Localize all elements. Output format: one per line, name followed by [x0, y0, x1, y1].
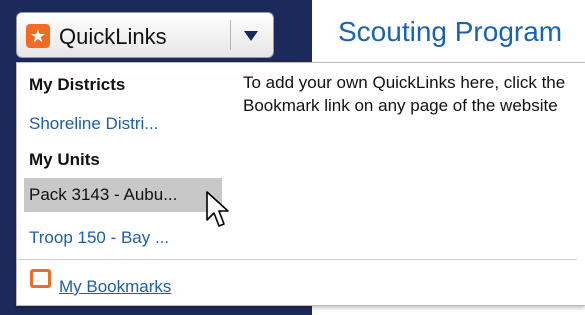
button-divider: [230, 20, 231, 50]
page-title: Scouting Program: [338, 16, 563, 47]
unit-link-label: Pack 3143 - Aubu...: [29, 185, 178, 204]
caret-down-icon[interactable]: [240, 25, 262, 47]
district-link[interactable]: Shoreline Distri...: [29, 114, 158, 134]
my-bookmarks-link[interactable]: My Bookmarks: [59, 277, 171, 297]
unit-link[interactable]: Troop 150 - Bay ...: [29, 228, 169, 248]
quicklinks-dropdown: My Districts Shoreline Distri... My Unit…: [16, 62, 585, 306]
star-icon: ★: [26, 24, 50, 48]
quicklinks-label: QuickLinks: [59, 24, 167, 49]
districts-heading: My Districts: [29, 75, 126, 94]
divider: [17, 259, 577, 260]
folder-icon: [30, 269, 51, 288]
help-text: To add your own QuickLinks here, click t…: [243, 73, 566, 115]
mouse-cursor-icon: [206, 191, 229, 227]
units-heading: My Units: [29, 150, 100, 169]
unit-link-highlighted[interactable]: Pack 3143 - Aubu...: [24, 178, 222, 212]
quicklinks-button[interactable]: ★ QuickLinks: [16, 12, 274, 58]
